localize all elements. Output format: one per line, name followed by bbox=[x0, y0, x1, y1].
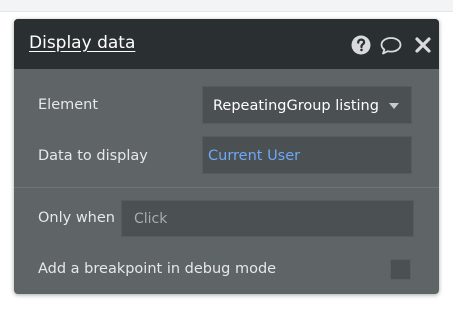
breakpoint-checkbox[interactable] bbox=[390, 259, 411, 280]
panel-header: Display data bbox=[14, 19, 439, 69]
element-dropdown[interactable]: RepeatingGroup listing bbox=[202, 86, 412, 124]
data-to-display-value[interactable]: Current User bbox=[208, 147, 300, 165]
element-dropdown-value: RepeatingGroup listing bbox=[213, 98, 379, 114]
panel-title[interactable]: Display data bbox=[29, 32, 135, 54]
only-when-field[interactable]: Click bbox=[121, 200, 414, 237]
only-when-label: Only when bbox=[38, 210, 115, 226]
breakpoint-label: Add a breakpoint in debug mode bbox=[38, 261, 277, 277]
only-when-click-placeholder[interactable]: Click bbox=[134, 210, 167, 228]
data-to-display-field[interactable]: Current User bbox=[202, 136, 412, 174]
chevron-down-icon bbox=[389, 103, 399, 109]
close-icon[interactable] bbox=[413, 35, 433, 55]
help-icon[interactable] bbox=[351, 35, 371, 55]
element-label: Element bbox=[38, 97, 99, 113]
display-data-panel: Display data Element RepeatingGroup list… bbox=[14, 19, 439, 294]
data-to-display-label: Data to display bbox=[38, 148, 148, 164]
section-divider bbox=[14, 187, 439, 188]
comment-icon[interactable] bbox=[379, 35, 403, 55]
page-top-strip bbox=[0, 0, 453, 12]
